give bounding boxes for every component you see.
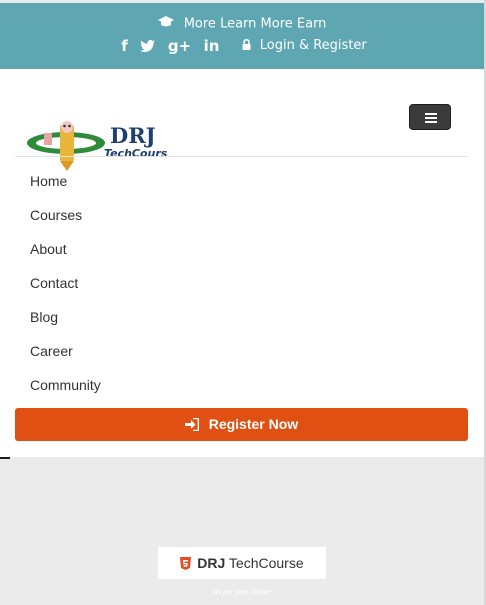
social-links: f g+ in <box>117 37 223 55</box>
login-register-label: Login & Register <box>259 38 367 53</box>
menu-item-contact[interactable]: Contact <box>30 271 101 305</box>
html5-icon <box>180 549 192 581</box>
hamburger-icon-bar <box>425 117 437 119</box>
register-now-label: Register Now <box>208 416 299 432</box>
graduation-cap-icon <box>157 16 174 32</box>
register-now-button[interactable]: Register Now <box>15 408 468 441</box>
footer-note: As per your choice <box>213 589 271 596</box>
facebook-icon[interactable]: f <box>121 37 128 55</box>
footer-brand-badge[interactable]: DRJ TechCourse <box>158 547 326 579</box>
menu-item-community[interactable]: Community <box>30 373 101 407</box>
twitter-icon[interactable] <box>140 37 156 55</box>
top-bar: More Learn More Earn f g+ in Login & Reg… <box>0 3 484 69</box>
svg-text:TechCourse: TechCourse <box>104 147 168 160</box>
menu-toggle-button[interactable] <box>409 104 451 130</box>
menu-item-career[interactable]: Career <box>30 339 101 373</box>
sign-in-icon <box>184 410 200 443</box>
nav-divider <box>15 156 468 157</box>
linkedin-icon[interactable]: in <box>204 37 220 55</box>
footer-brand-strong: DRJ <box>197 555 226 571</box>
navigation-panel: DRJ TechCourse Home Courses About Contac… <box>0 69 484 457</box>
menu-item-blog[interactable]: Blog <box>30 305 101 339</box>
tagline-text: More Learn More Earn <box>183 16 327 32</box>
tagline: More Learn More Earn <box>0 16 484 32</box>
hamburger-icon-bar <box>425 121 437 123</box>
footer-brand-text: TechCourse <box>228 555 304 571</box>
menu-item-courses[interactable]: Courses <box>30 203 101 237</box>
main-menu: Home Courses About Contact Blog Career C… <box>30 169 101 407</box>
edge-marker <box>0 457 10 459</box>
site-logo[interactable]: DRJ TechCourse <box>26 119 175 175</box>
menu-item-home[interactable]: Home <box>30 169 101 203</box>
svg-text:DRJ: DRJ <box>110 123 156 148</box>
google-plus-icon[interactable]: g+ <box>168 37 191 55</box>
menu-item-about[interactable]: About <box>30 237 101 271</box>
login-register-link[interactable]: Login & Register <box>242 38 367 54</box>
lock-icon <box>242 38 251 54</box>
page: More Learn More Earn f g+ in Login & Reg… <box>0 0 484 605</box>
hamburger-icon-bar <box>425 113 437 115</box>
social-login-row: f g+ in Login & Register <box>0 37 484 59</box>
